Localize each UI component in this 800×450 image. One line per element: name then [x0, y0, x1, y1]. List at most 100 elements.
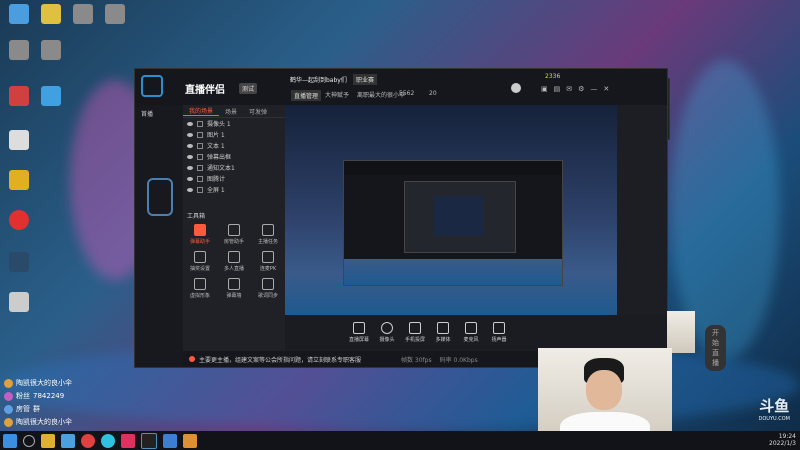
desktop-icon[interactable]: [2, 86, 36, 108]
gift-icon[interactable]: ▣: [541, 85, 548, 93]
pk-icon: [262, 251, 274, 263]
tool-lyrics[interactable]: 歌词同步: [251, 278, 285, 299]
taskbar-app-icon[interactable]: [41, 433, 55, 448]
version-badge: 测试: [239, 83, 258, 94]
toolbox-grid: 弹幕助手 房管助手 主播任务 抽奖设置 多人直播 连麦PK 虚拟形象 弹幕墙 歌…: [183, 224, 285, 299]
coin-count: 2336: [545, 73, 561, 80]
desktop-icon[interactable]: [66, 4, 100, 26]
tool-lottery[interactable]: 抽奖设置: [183, 251, 217, 272]
desktop-icon[interactable]: [34, 40, 68, 62]
desktop-icon[interactable]: [2, 130, 36, 152]
right-panel: [617, 105, 667, 315]
tool-multi-live[interactable]: 多人直播: [217, 251, 251, 272]
chrome-icon[interactable]: [81, 433, 95, 448]
lock-icon[interactable]: [197, 175, 203, 182]
camera-button[interactable]: 摄像头: [373, 321, 401, 343]
minimize-icon[interactable]: —: [590, 85, 597, 93]
source-item[interactable]: 通知文本1: [183, 162, 285, 173]
windows-start-icon[interactable]: [3, 433, 17, 448]
settings-icon[interactable]: ⚙: [578, 85, 584, 93]
desktop-icon[interactable]: [34, 4, 68, 26]
toolbox-title: 工具箱: [187, 213, 206, 220]
source-item[interactable]: 弹幕出框: [183, 151, 285, 162]
visibility-icon[interactable]: [187, 143, 193, 148]
lock-icon[interactable]: [197, 131, 203, 138]
desktop-icon[interactable]: [2, 170, 36, 192]
wall-icon: [228, 278, 240, 290]
tab-my-scene[interactable]: 我的场景: [183, 106, 220, 116]
system-clock[interactable]: 19:24 2022/1/3: [769, 433, 796, 447]
phone-icon: [409, 321, 421, 334]
desktop-icon[interactable]: [2, 4, 36, 26]
source-item[interactable]: 图腾计: [183, 173, 285, 184]
search-icon[interactable]: [23, 434, 35, 447]
tab-scene[interactable]: 场景: [219, 107, 243, 116]
desktop-icon[interactable]: [2, 252, 36, 274]
desktop-icon[interactable]: [98, 4, 132, 26]
app-title: 直播伴侣: [185, 85, 225, 96]
notice-text: 主要更主播，组建文案等公会所指问题，请立刻联系专职客服: [199, 356, 362, 364]
clock-time: 19:24: [778, 433, 796, 440]
tool-avatar[interactable]: 虚拟形象: [183, 278, 217, 299]
monitor-icon: [353, 321, 365, 334]
visibility-icon[interactable]: [187, 165, 193, 170]
screen-capture-button[interactable]: 直播屏幕: [345, 321, 373, 343]
platform-watermark: 斗鱼 DOUYU.COM: [759, 395, 791, 422]
sidebar-item[interactable]: 首播: [135, 105, 185, 118]
avatar[interactable]: [511, 83, 521, 93]
tab-danmaku[interactable]: 可发弹: [243, 107, 273, 116]
visibility-icon[interactable]: [187, 154, 193, 159]
visibility-icon[interactable]: [187, 132, 193, 137]
stream-title[interactable]: 鹤华—起刮到baby们: [290, 75, 347, 84]
bitrate-text: 码率 0.0Kbps: [439, 356, 478, 364]
streaming-app-window: 直播伴侣 测试 鹤华—起刮到baby们 职业赛 直播管理 大神赋予 离职最大的很…: [134, 68, 726, 371]
source-item[interactable]: 全屏 1: [183, 184, 285, 195]
lock-icon[interactable]: [197, 186, 203, 193]
visibility-icon[interactable]: [187, 176, 193, 181]
watermark-sub: DOUYU.COM: [758, 416, 791, 422]
task-icon: [262, 224, 274, 236]
category-tag[interactable]: 职业赛: [353, 74, 378, 85]
go-live-button[interactable]: 开始直播: [705, 325, 726, 371]
taskbar-app-icon[interactable]: [163, 433, 177, 448]
chat-line: 粉丝 7842249: [4, 391, 64, 401]
tool-danmaku-assistant[interactable]: 弹幕助手: [183, 224, 217, 245]
source-item[interactable]: 图片 1: [183, 129, 285, 140]
source-item[interactable]: 摄像头 1: [183, 118, 285, 129]
speaker-button[interactable]: 扬声器: [485, 321, 513, 343]
media-button[interactable]: 多媒体: [429, 321, 457, 343]
fps-text: 帧数 30fps: [401, 356, 432, 364]
tool-danmaku-wall[interactable]: 弹幕墙: [217, 278, 251, 299]
mic-button[interactable]: 麦克风: [457, 321, 485, 343]
desktop-icon[interactable]: [2, 210, 36, 232]
phone-cast-button[interactable]: 手机投屏: [401, 321, 429, 343]
desktop-icon[interactable]: [2, 292, 36, 314]
visibility-icon[interactable]: [187, 121, 193, 126]
taskbar-app-icon[interactable]: [101, 433, 115, 448]
tool-tasks[interactable]: 主播任务: [251, 224, 285, 245]
mask-icon: [194, 278, 206, 290]
taskbar-app-icon[interactable]: [183, 433, 197, 448]
close-icon[interactable]: ✕: [603, 85, 609, 93]
media-icon: [437, 321, 449, 334]
taskbar-app-icon[interactable]: [61, 433, 75, 448]
desktop-icon[interactable]: [34, 86, 68, 108]
lock-icon[interactable]: [197, 120, 203, 127]
lock-icon[interactable]: [197, 153, 203, 160]
visibility-icon[interactable]: [187, 187, 193, 192]
taskbar-app-icon[interactable]: [141, 432, 157, 449]
live-manage-button[interactable]: 直播管理: [291, 90, 322, 101]
chat-line: 陶凯很大的良小伞: [4, 378, 72, 388]
taskbar-app-icon[interactable]: [121, 433, 135, 448]
source-item[interactable]: 文本 1: [183, 140, 285, 151]
tool-room-admin[interactable]: 房管助手: [217, 224, 251, 245]
lock-icon[interactable]: [197, 142, 203, 149]
chat-icon[interactable]: ▤: [554, 85, 561, 93]
stream-preview[interactable]: [285, 105, 695, 353]
lock-icon[interactable]: [197, 164, 203, 171]
tool-pk[interactable]: 连麦PK: [251, 251, 285, 272]
desktop-icon[interactable]: [2, 40, 36, 62]
nested-preview: [343, 160, 563, 286]
title-bar: 直播伴侣 测试 鹤华—起刮到baby们 职业赛 直播管理 大神赋予 离职最大的很…: [135, 69, 667, 105]
message-icon[interactable]: ✉: [566, 85, 572, 93]
